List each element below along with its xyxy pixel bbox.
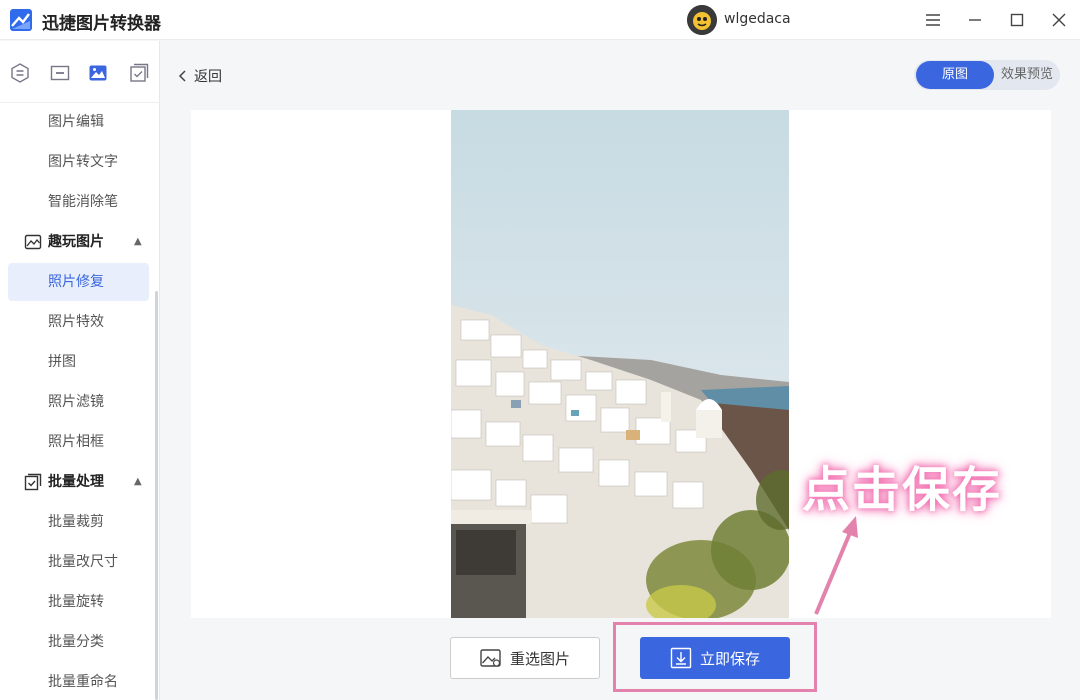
title-bar: 迅捷图片转换器 wlgedaca	[0, 0, 1080, 40]
close-icon[interactable]	[1047, 8, 1071, 32]
view-toggle: 原图 效果预览	[914, 60, 1060, 90]
sidebar-item-batch-resize[interactable]: 批量改尺寸	[8, 543, 149, 581]
photo-preview	[451, 110, 789, 618]
annotation-text: 点击保存	[802, 462, 1003, 518]
sidebar-item-image-edit[interactable]: 图片编辑	[8, 103, 149, 141]
sidebar-tabs	[0, 41, 160, 103]
sidebar-item-image-to-text[interactable]: 图片转文字	[8, 143, 149, 181]
sidebar-item-batch-classify[interactable]: 批量分类	[8, 623, 149, 661]
convert-icon[interactable]	[9, 62, 31, 84]
batch-icon[interactable]	[128, 62, 150, 84]
group-fun-images[interactable]: 趣玩图片 ▲	[0, 223, 155, 261]
app-logo-icon	[10, 9, 32, 31]
image-icon[interactable]	[87, 62, 109, 84]
sidebar-item-photo-frames[interactable]: 照片相框	[8, 423, 149, 461]
chevron-up-icon: ▲	[134, 236, 142, 247]
minimize-icon[interactable]	[963, 8, 987, 32]
sidebar-item-batch-rename[interactable]: 批量重命名	[8, 663, 149, 700]
group-batch-label: 批量处理	[48, 474, 104, 490]
batch-process-icon	[24, 473, 42, 491]
back-button[interactable]: 返回	[178, 66, 222, 86]
sidebar-item-collage[interactable]: 拼图	[8, 343, 149, 381]
sidebar-item-photo-restore[interactable]: 照片修复	[8, 263, 149, 301]
sidebar: 图片编辑 图片转文字 智能消除笔 趣玩图片 ▲ 照片修复 照片特效 拼图 照片滤…	[0, 41, 160, 700]
sidebar-item-batch-rotate[interactable]: 批量旋转	[8, 583, 149, 621]
toggle-original[interactable]: 原图	[916, 61, 994, 89]
chevron-left-icon	[178, 70, 186, 82]
group-batch[interactable]: 批量处理 ▲	[0, 463, 155, 501]
group-fun-label: 趣玩图片	[48, 234, 104, 250]
maximize-icon[interactable]	[1005, 8, 1029, 32]
reselect-label: 重选图片	[509, 649, 570, 668]
sidebar-scrollbar[interactable]	[155, 291, 158, 700]
save-highlight-box	[613, 622, 817, 692]
sidebar-item-batch-crop[interactable]: 批量裁剪	[8, 503, 149, 541]
avatar[interactable]	[687, 5, 717, 35]
chevron-up-icon: ▲	[134, 476, 142, 487]
fun-image-icon	[24, 234, 42, 250]
reselect-image-button[interactable]: 重选图片	[450, 637, 600, 679]
image-reselect-icon	[480, 649, 501, 667]
toggle-preview[interactable]: 效果预览	[996, 61, 1058, 89]
pointer-arrow	[814, 516, 858, 615]
back-label: 返回	[194, 69, 222, 85]
app-title: 迅捷图片转换器	[42, 14, 161, 34]
username[interactable]: wlgedaca	[724, 11, 791, 27]
sidebar-item-smart-eraser[interactable]: 智能消除笔	[8, 183, 149, 221]
layout-icon[interactable]	[49, 62, 71, 84]
image-canvas	[191, 110, 1051, 618]
menu-icon[interactable]	[921, 8, 945, 32]
sidebar-item-photo-effects[interactable]: 照片特效	[8, 303, 149, 341]
sidebar-item-photo-filters[interactable]: 照片滤镜	[8, 383, 149, 421]
